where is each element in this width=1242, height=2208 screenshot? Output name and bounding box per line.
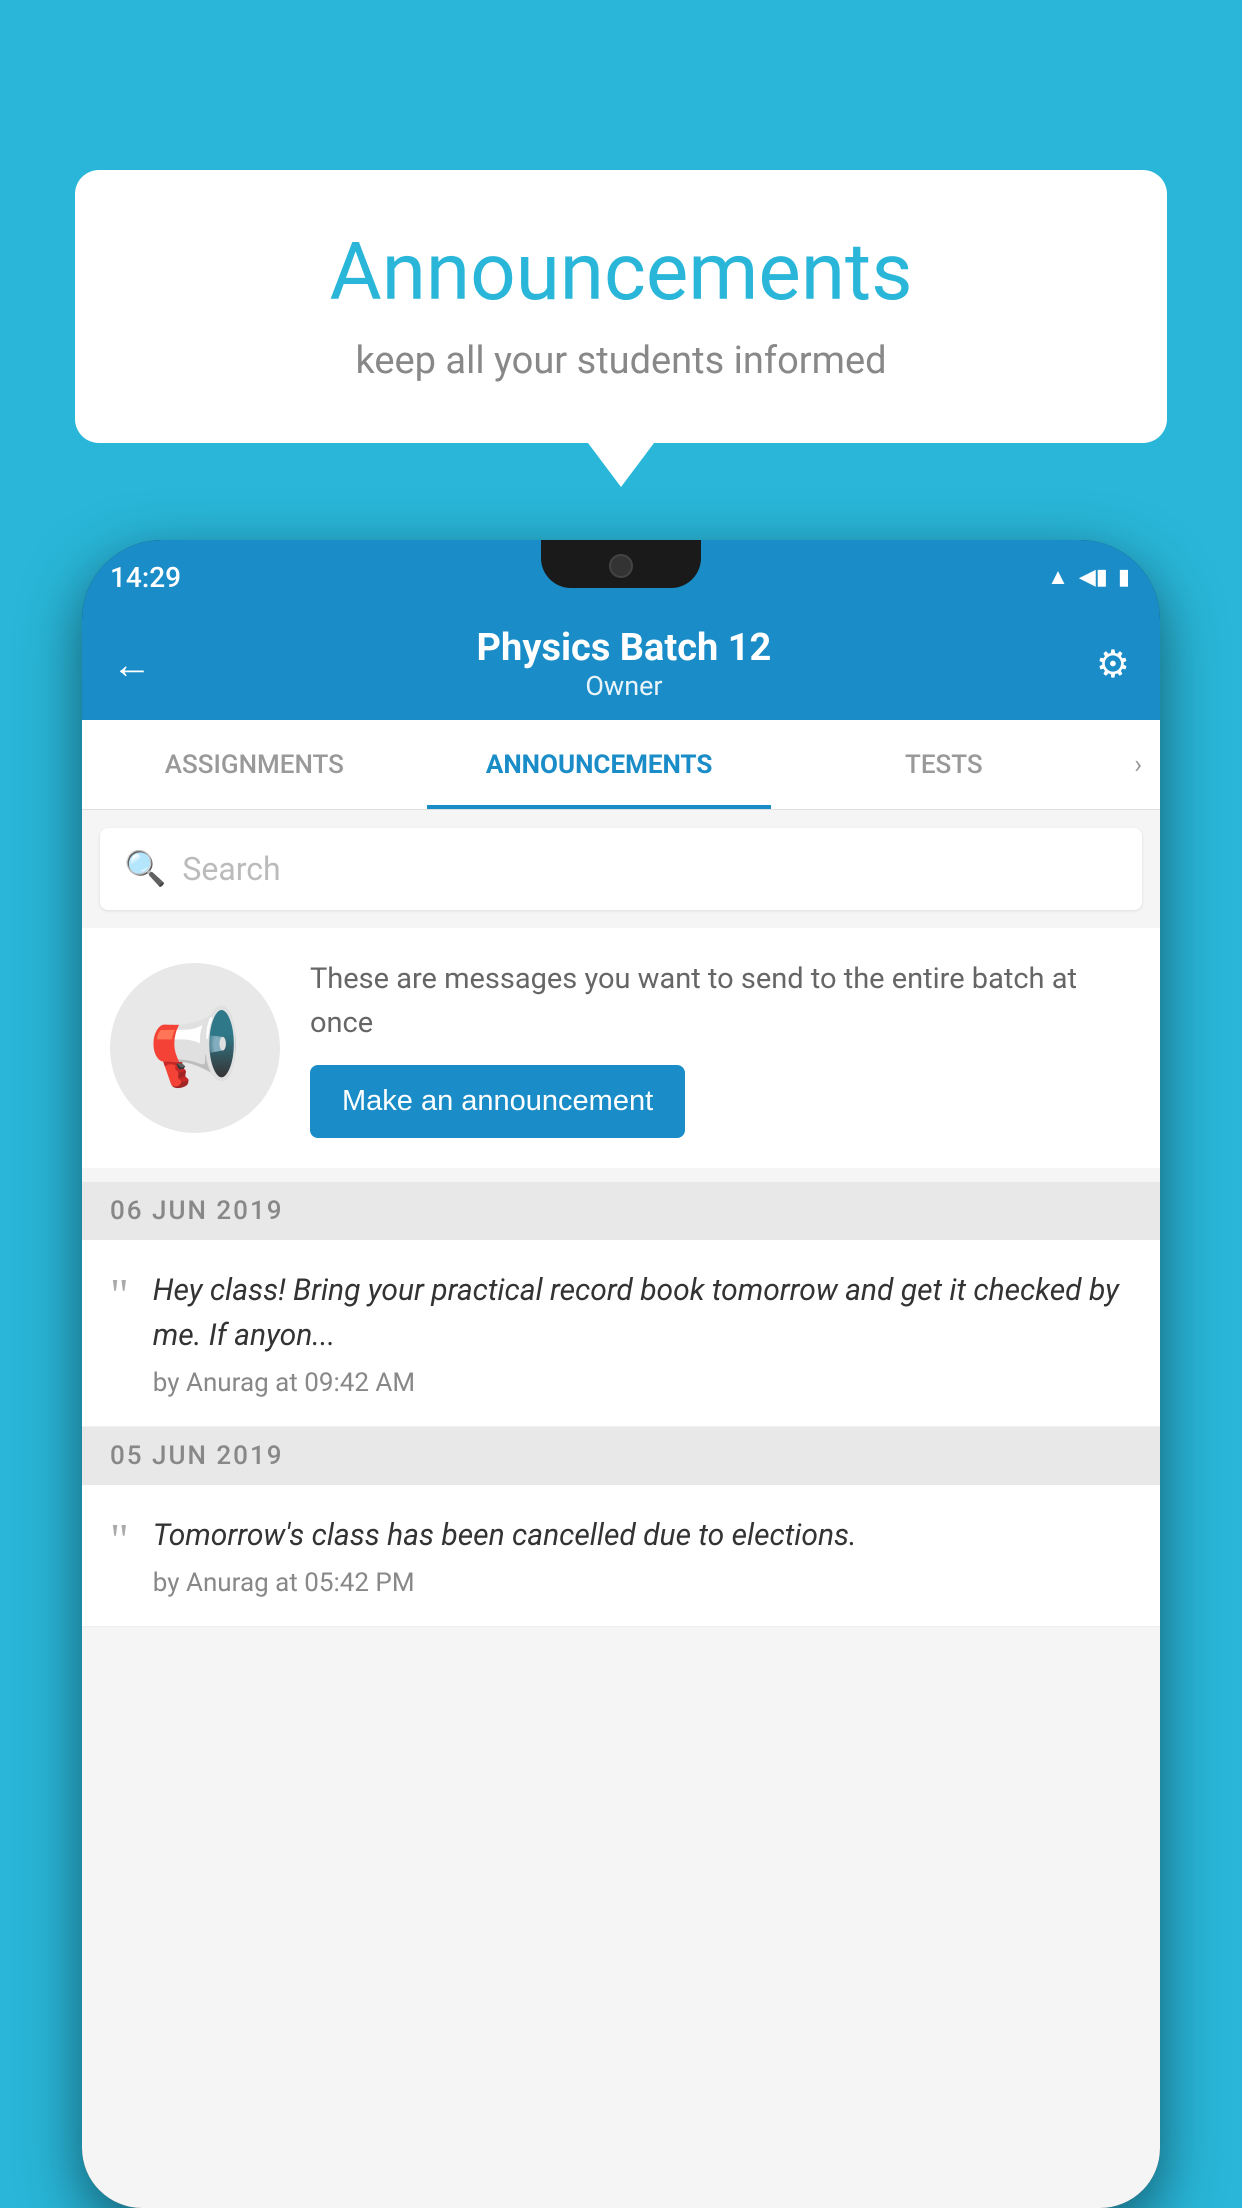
search-placeholder: Search [182, 850, 280, 888]
status-time: 14:29 [110, 561, 181, 594]
announcement-icon-circle: 📢 [110, 963, 280, 1133]
date-separator-1: 06 JUN 2019 [82, 1182, 1160, 1240]
tab-announcements[interactable]: ANNOUNCEMENTS [427, 720, 772, 809]
make-announcement-button[interactable]: Make an announcement [310, 1065, 685, 1138]
announcement-item-2[interactable]: " Tomorrow's class has been cancelled du… [82, 1485, 1160, 1627]
content-area: 🔍 Search 📢 These are messages you want t… [82, 810, 1160, 2208]
speech-bubble: Announcements keep all your students inf… [75, 170, 1167, 443]
quote-icon-1: " [110, 1272, 129, 1318]
search-bar[interactable]: 🔍 Search [100, 828, 1142, 910]
app-bar: ← Physics Batch 12 Owner ⚙ [82, 608, 1160, 720]
phone-mockup: 14:29 ▲ ◀▮ ▮ ← Physics Batch 12 Owner ⚙ … [82, 540, 1160, 2208]
wifi-icon: ▲ [1047, 564, 1069, 590]
back-button[interactable]: ← [112, 641, 152, 688]
app-bar-subtitle: Owner [477, 670, 772, 702]
announcement-meta-1: by Anurag at 09:42 AM [153, 1368, 1132, 1398]
tab-bar: ASSIGNMENTS ANNOUNCEMENTS TESTS › [82, 720, 1160, 810]
announcement-description: These are messages you want to send to t… [310, 958, 1132, 1045]
announcement-message-1: Hey class! Bring your practical record b… [153, 1268, 1132, 1358]
quote-icon-2: " [110, 1517, 129, 1563]
megaphone-icon: 📢 [148, 1004, 241, 1092]
search-icon: 🔍 [124, 849, 166, 889]
tab-tests[interactable]: TESTS [771, 720, 1116, 809]
announcement-prompt: 📢 These are messages you want to send to… [82, 928, 1160, 1168]
announcement-text-2: Tomorrow's class has been cancelled due … [153, 1513, 1132, 1598]
settings-button[interactable]: ⚙ [1096, 642, 1130, 687]
bubble-title: Announcements [135, 225, 1107, 319]
tab-assignments[interactable]: ASSIGNMENTS [82, 720, 427, 809]
front-camera [609, 554, 633, 578]
announcement-text-1: Hey class! Bring your practical record b… [153, 1268, 1132, 1398]
signal-icon: ◀▮ [1079, 565, 1108, 590]
app-bar-title: Physics Batch 12 [477, 626, 772, 670]
tab-more[interactable]: › [1116, 750, 1160, 780]
phone-notch [541, 540, 701, 588]
date-separator-2: 05 JUN 2019 [82, 1427, 1160, 1485]
announcement-meta-2: by Anurag at 05:42 PM [153, 1568, 1132, 1598]
app-bar-center: Physics Batch 12 Owner [477, 626, 772, 702]
announcement-right: These are messages you want to send to t… [310, 958, 1132, 1138]
bubble-subtitle: keep all your students informed [135, 339, 1107, 383]
announcement-message-2: Tomorrow's class has been cancelled due … [153, 1513, 1132, 1558]
status-icons: ▲ ◀▮ ▮ [1047, 564, 1130, 590]
battery-icon: ▮ [1118, 565, 1130, 590]
announcement-item-1[interactable]: " Hey class! Bring your practical record… [82, 1240, 1160, 1427]
